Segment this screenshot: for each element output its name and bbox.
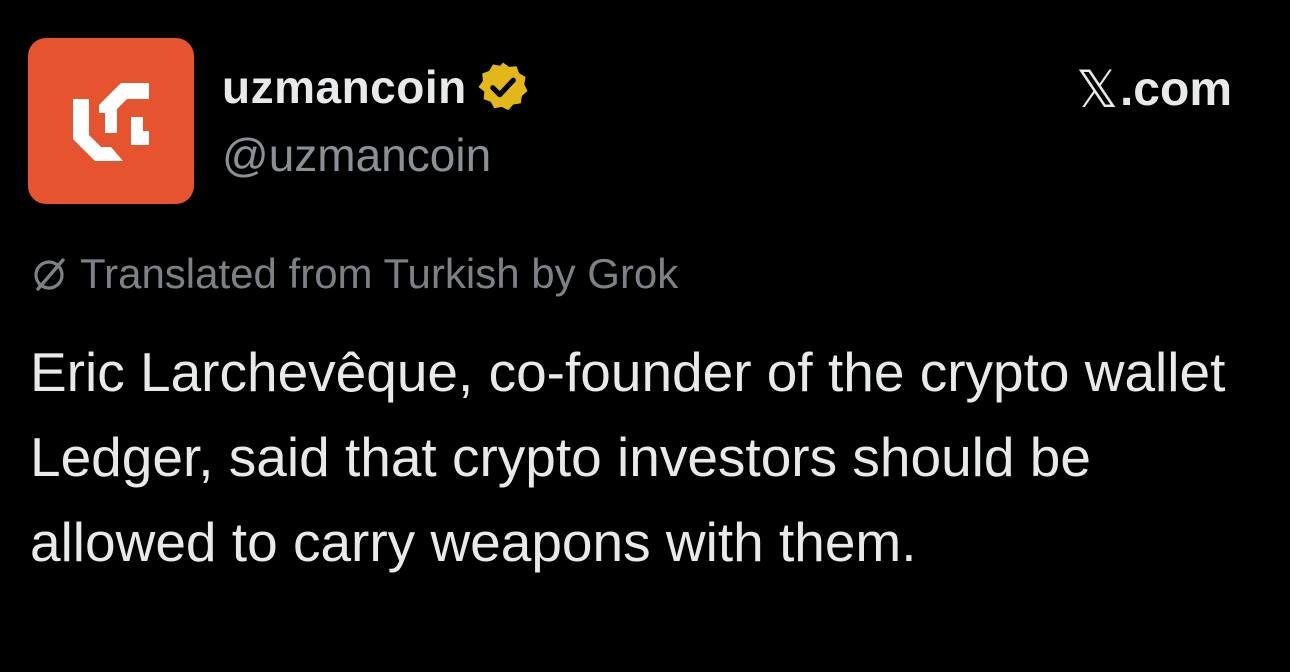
translation-note: Translated from Turkish by Grok — [30, 250, 678, 298]
uzmancoin-logo-icon — [73, 83, 149, 161]
x-logo-icon: 𝕏 — [1076, 59, 1118, 120]
translation-text: Translated from Turkish by Grok — [80, 250, 679, 297]
author-display-name[interactable]: uzmancoin — [222, 60, 467, 114]
verified-badge-icon — [478, 62, 528, 111]
author-handle[interactable]: @uzmancoin — [222, 128, 491, 182]
post-text: Eric Larchevêque, co-founder of the cryp… — [30, 341, 1226, 573]
author-name-row: uzmancoin — [222, 56, 531, 118]
avatar[interactable] — [28, 38, 194, 204]
site-label: 𝕏 .com — [1076, 62, 1232, 117]
grok-icon — [34, 258, 65, 291]
site-domain: .com — [1119, 63, 1232, 116]
